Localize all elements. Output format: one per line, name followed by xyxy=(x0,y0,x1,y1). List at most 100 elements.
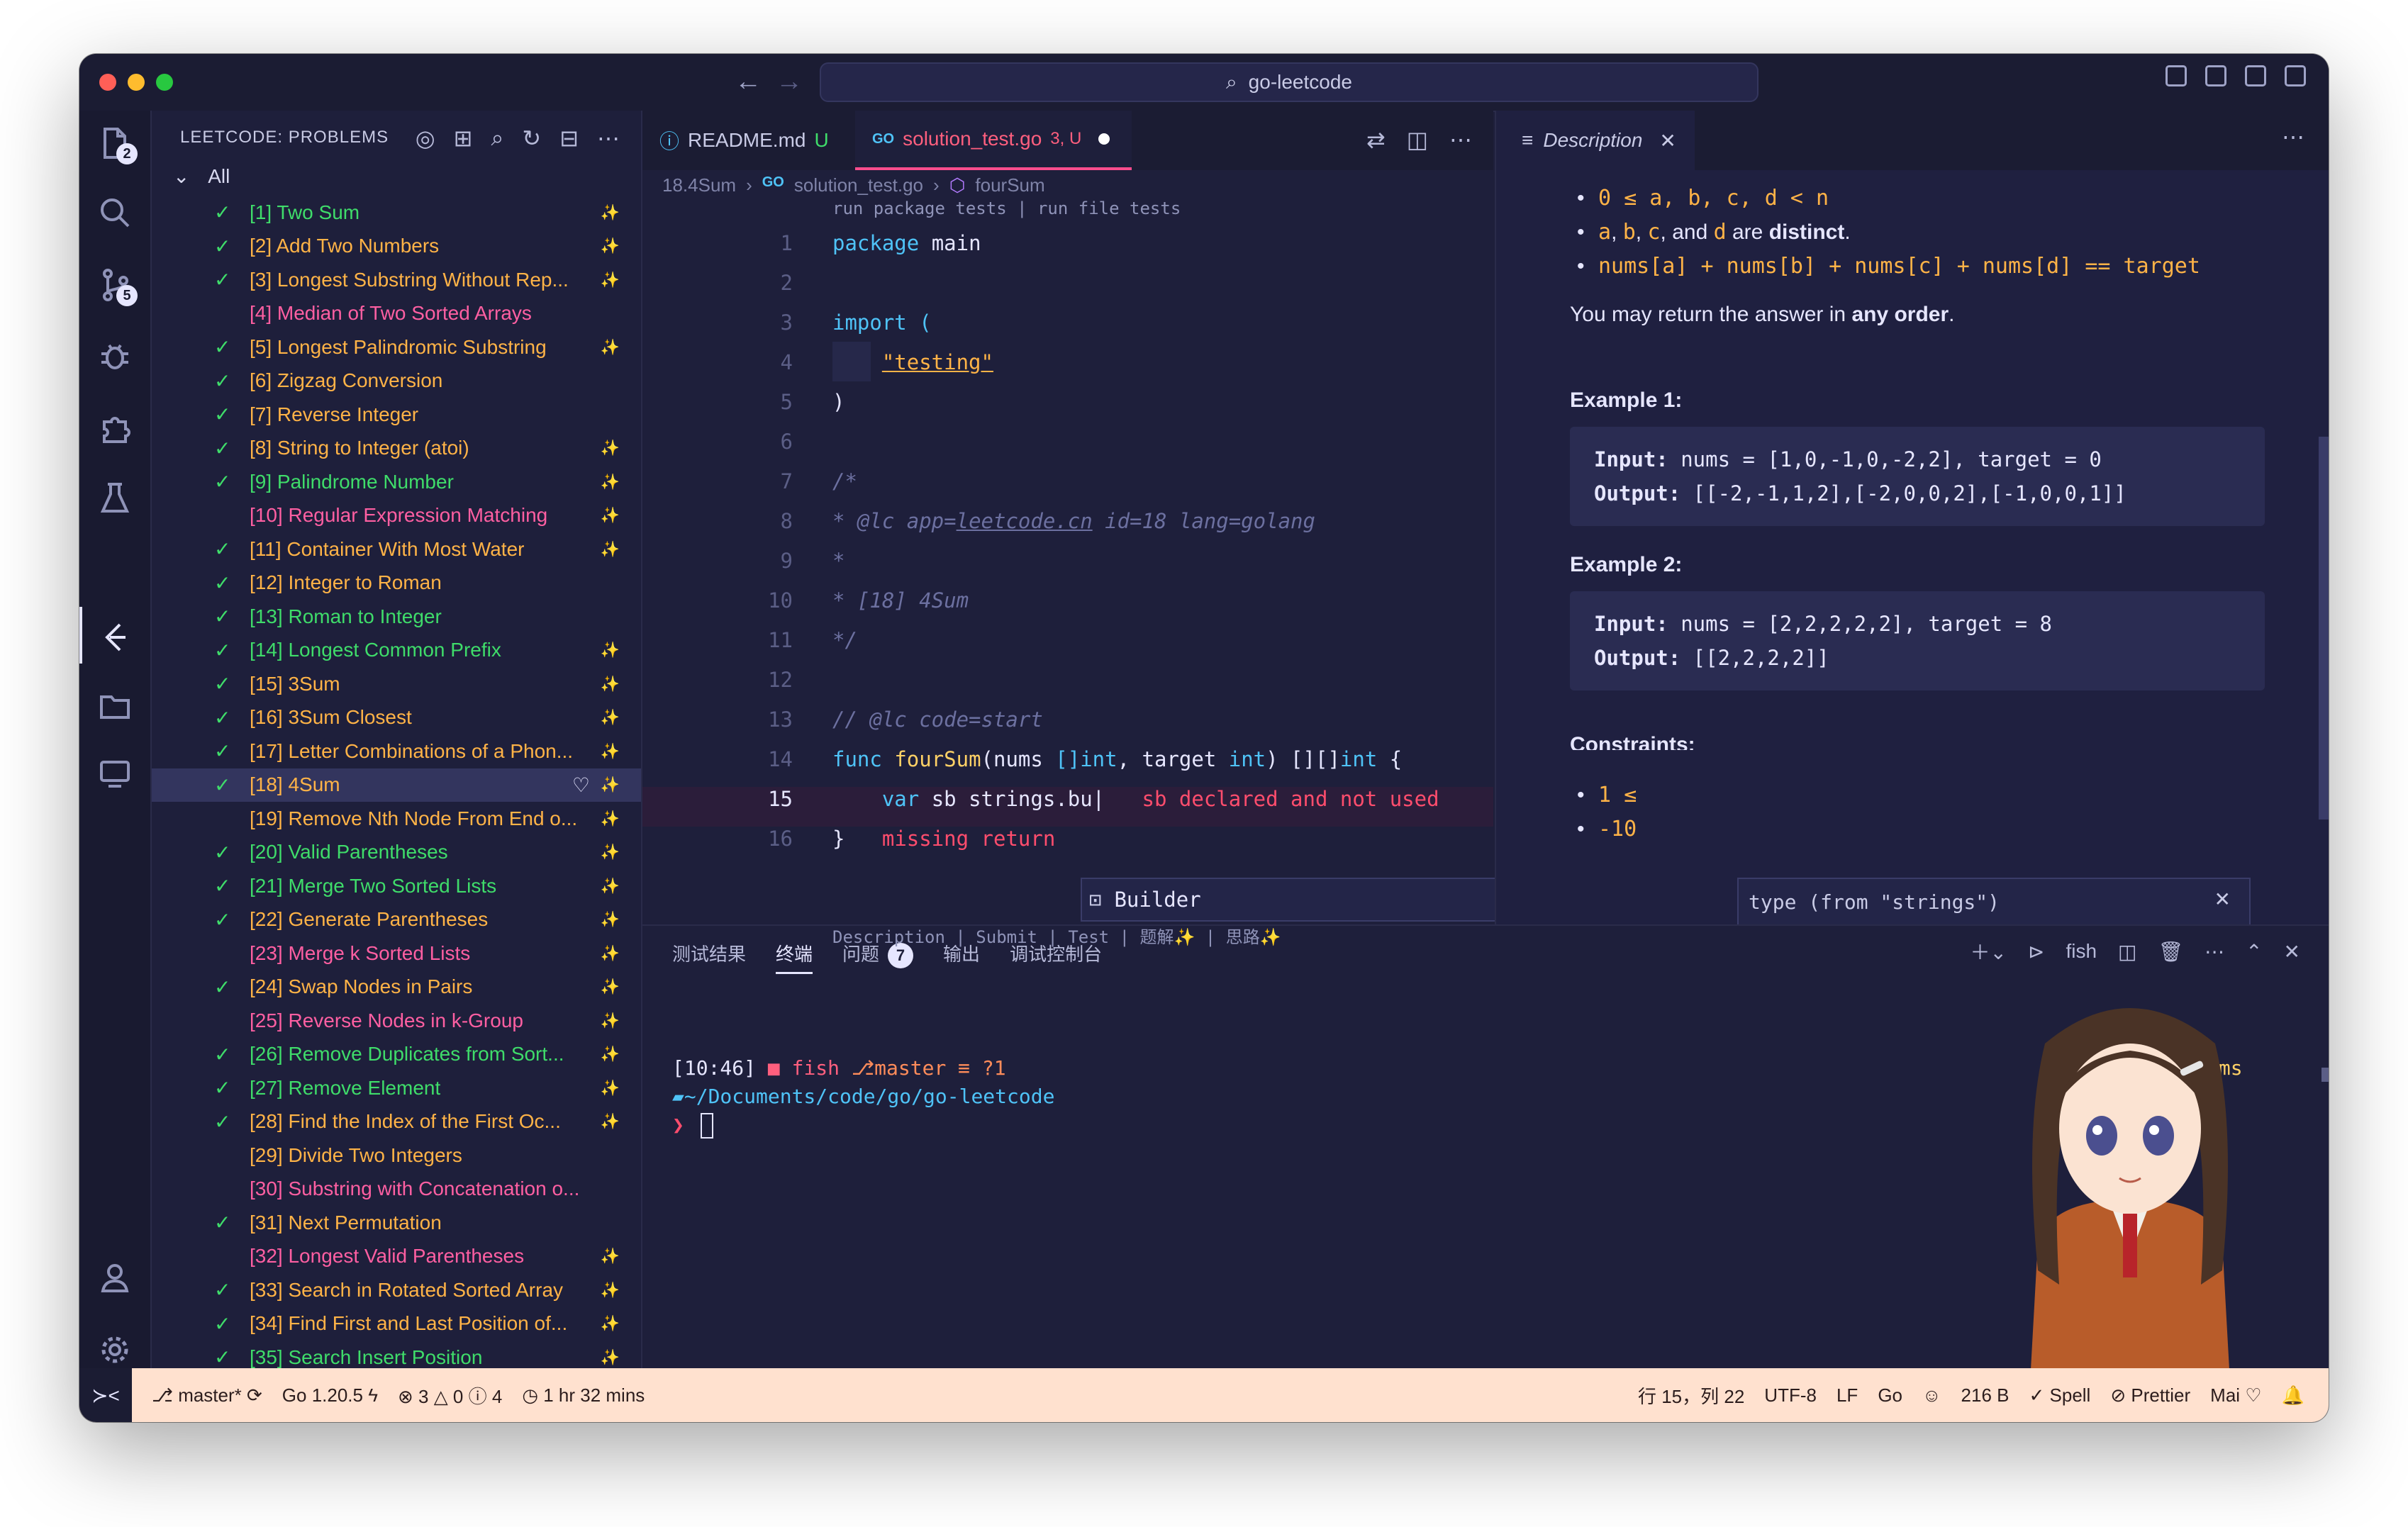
refresh-icon[interactable]: ↻ xyxy=(522,125,541,152)
problem-item[interactable]: ✓ [11] Container With Most Water ✨ xyxy=(152,532,641,566)
search-icon[interactable] xyxy=(96,194,133,231)
description-scrollbar[interactable] xyxy=(2319,437,2329,820)
leetcode-icon[interactable] xyxy=(96,618,133,655)
forward-arrow-icon[interactable]: → xyxy=(776,67,803,97)
close-icon[interactable]: ✕ xyxy=(2214,888,2231,911)
problem-item[interactable]: ✓ [20] Valid Parentheses ✨ xyxy=(152,836,641,870)
problem-item[interactable]: ✓ [8] String to Integer (atoi) ✨ xyxy=(152,432,641,466)
problem-item[interactable]: [30] Substring with Concatenation o... xyxy=(152,1173,641,1207)
problem-item[interactable]: [19] Remove Nth Node From End o... ✨ xyxy=(152,802,641,836)
problem-item[interactable]: ✓ [21] Merge Two Sorted Lists ✨ xyxy=(152,869,641,903)
debug-icon[interactable] xyxy=(96,337,133,374)
command-center-search[interactable]: ⌕ go-leetcode xyxy=(820,62,1758,102)
toggle-secondary-sidebar-icon[interactable] xyxy=(2245,65,2266,86)
problem-item[interactable]: ✓ [16] 3Sum Closest ✨ xyxy=(152,701,641,735)
bell-icon[interactable]: 🔔 xyxy=(2282,1385,2304,1406)
remote-explorer-icon[interactable] xyxy=(96,756,133,793)
problem-item[interactable]: [32] Longest Valid Parentheses ✨ xyxy=(152,1240,641,1274)
problem-item[interactable]: ✓ [14] Longest Common Prefix ✨ xyxy=(152,634,641,668)
problem-item[interactable]: ✓ [34] Find First and Last Position of...… xyxy=(152,1307,641,1341)
problem-item[interactable]: ✓ [26] Remove Duplicates from Sort... ✨ xyxy=(152,1038,641,1072)
explorer-icon[interactable]: 2 xyxy=(96,125,138,164)
problem-item[interactable]: ✓ [5] Longest Palindromic Substring ✨ xyxy=(152,330,641,364)
heart-icon[interactable]: ♡ xyxy=(572,773,590,797)
more-actions-icon[interactable]: ⋯ xyxy=(597,125,620,152)
more-actions-icon[interactable]: ⋯ xyxy=(2204,940,2224,963)
tab-description[interactable]: ≡ Description ✕ xyxy=(1496,111,1695,170)
problem-item[interactable]: ✓ [6] Zigzag Conversion xyxy=(152,364,641,398)
problem-item[interactable]: ✓ [24] Swap Nodes in Pairs ✨ xyxy=(152,971,641,1005)
open-changes-icon[interactable]: ⇄ xyxy=(1366,126,1386,153)
close-icon[interactable]: ✕ xyxy=(2284,940,2300,963)
more-actions-icon[interactable]: ⋯ xyxy=(2282,123,2304,150)
status-wakatime[interactable]: ◷ 1 hr 32 mins xyxy=(522,1385,645,1406)
back-arrow-icon[interactable]: ← xyxy=(735,67,762,97)
breadcrumb-file[interactable]: solution_test.go xyxy=(794,174,923,196)
status-eol[interactable]: LF xyxy=(1836,1385,1858,1406)
problem-item[interactable]: ✓ [31] Next Permutation xyxy=(152,1206,641,1240)
status-spell[interactable]: ✓ Spell xyxy=(2029,1385,2091,1406)
tab-terminal[interactable]: 终端 xyxy=(776,940,813,974)
problem-item[interactable]: ✓ [9] Palindrome Number ✨ xyxy=(152,465,641,499)
status-language[interactable]: Go xyxy=(1878,1385,1902,1406)
problem-item[interactable]: ✓ [28] Find the Index of the First Oc... ✨ xyxy=(152,1105,641,1139)
status-problems[interactable]: ⊗ 3 △ 0 ⓘ 4 xyxy=(398,1382,502,1409)
toggle-sidebar-icon[interactable] xyxy=(2165,65,2187,86)
suggest-item-builder[interactable]: Builder xyxy=(1114,888,1200,912)
collapse-all-icon[interactable]: ⊟ xyxy=(559,125,579,152)
split-terminal-icon[interactable]: ◫ xyxy=(2118,940,2136,963)
problem-item[interactable]: ✓ [22] Generate Parentheses ✨ xyxy=(152,903,641,937)
more-actions-icon[interactable]: ⋯ xyxy=(1449,126,1472,153)
problem-item[interactable]: ✓ [18] 4Sum ♡ ✨ xyxy=(152,768,641,802)
problem-item[interactable]: ✓ [2] Add Two Numbers ✨ xyxy=(152,230,641,264)
problem-item[interactable]: [4] Median of Two Sorted Arrays xyxy=(152,297,641,331)
status-cursor-position[interactable]: 行 15，列 22 xyxy=(1638,1382,1744,1409)
search-problems-icon[interactable]: ⌕ xyxy=(491,125,503,152)
status-go-version[interactable]: Go 1.20.5 ϟ xyxy=(282,1385,378,1406)
toggle-panel-icon[interactable] xyxy=(2205,65,2226,86)
close-window-button[interactable] xyxy=(99,74,116,91)
problem-item[interactable]: ✓ [33] Search in Rotated Sorted Array ✨ xyxy=(152,1273,641,1307)
tab-readme[interactable]: ⓘ README.md U xyxy=(642,111,855,170)
status-branch[interactable]: ⎇ master* ⟳ xyxy=(152,1385,262,1406)
group-all[interactable]: ⌄ All xyxy=(173,164,230,188)
codelens-leetcode-actions[interactable]: Description | Submit | Test | 题解✨ | 思路✨ xyxy=(832,923,1281,948)
status-encoding[interactable]: UTF-8 xyxy=(1764,1385,1817,1406)
globe-icon[interactable]: ◎ xyxy=(416,125,435,152)
problem-item[interactable]: ✓ [15] 3Sum ✨ xyxy=(152,667,641,701)
breadcrumb-symbol[interactable]: fourSum xyxy=(975,174,1044,196)
remote-indicator-icon[interactable]: ≻< xyxy=(79,1368,132,1422)
source-control-icon[interactable]: 5 xyxy=(96,267,138,306)
account-icon[interactable] xyxy=(96,1259,133,1296)
trash-icon[interactable]: 🗑 xyxy=(2158,940,2184,963)
customize-layout-icon[interactable] xyxy=(2285,65,2306,86)
breadcrumb-folder[interactable]: 18.4Sum xyxy=(662,174,736,196)
codelens-tests[interactable]: run package tests | run file tests xyxy=(832,198,1181,218)
new-terminal-icon[interactable]: ＋⌄ xyxy=(1971,937,2007,966)
status-user[interactable]: Mai ♡ xyxy=(2210,1385,2261,1406)
problem-item[interactable]: ✓ [27] Remove Element ✨ xyxy=(152,1071,641,1105)
testing-flask-icon[interactable] xyxy=(96,479,133,516)
problem-item[interactable]: [25] Reverse Nodes in k-Group ✨ xyxy=(152,1004,641,1038)
chevron-up-icon[interactable]: ⌃ xyxy=(2246,940,2262,963)
problem-item[interactable]: ✓ [17] Letter Combinations of a Phon... ✨ xyxy=(152,734,641,768)
tab-test-results[interactable]: 测试结果 xyxy=(672,940,746,974)
folder-icon[interactable] xyxy=(96,688,133,725)
settings-gear-icon[interactable] xyxy=(96,1331,133,1368)
problem-item[interactable]: ✓ [12] Integer to Roman xyxy=(152,566,641,600)
extensions-icon[interactable] xyxy=(96,410,133,447)
close-icon[interactable]: ✕ xyxy=(1659,129,1676,152)
problem-item[interactable]: [10] Regular Expression Matching ✨ xyxy=(152,499,641,533)
problem-item[interactable]: ✓ [3] Longest Substring Without Rep... ✨ xyxy=(152,263,641,297)
split-editor-icon[interactable]: ◫ xyxy=(1407,126,1428,153)
tab-solution-test[interactable]: GO solution_test.go 3, U xyxy=(855,111,1132,170)
copilot-icon[interactable]: ☺ xyxy=(1922,1385,1941,1406)
minimize-window-button[interactable] xyxy=(128,74,145,91)
terminal-shell-name[interactable]: fish xyxy=(2066,940,2097,963)
unsaved-dot[interactable] xyxy=(1098,133,1110,145)
problem-item[interactable]: [23] Merge k Sorted Lists ✨ xyxy=(152,936,641,971)
status-prettier[interactable]: ⊘ Prettier xyxy=(2110,1385,2190,1406)
terminal-scrollbar[interactable] xyxy=(2321,1068,2329,1082)
problem-item[interactable]: ✓ [1] Two Sum ✨ xyxy=(152,196,641,230)
terminal-input-line[interactable]: ❯ xyxy=(672,1113,713,1139)
